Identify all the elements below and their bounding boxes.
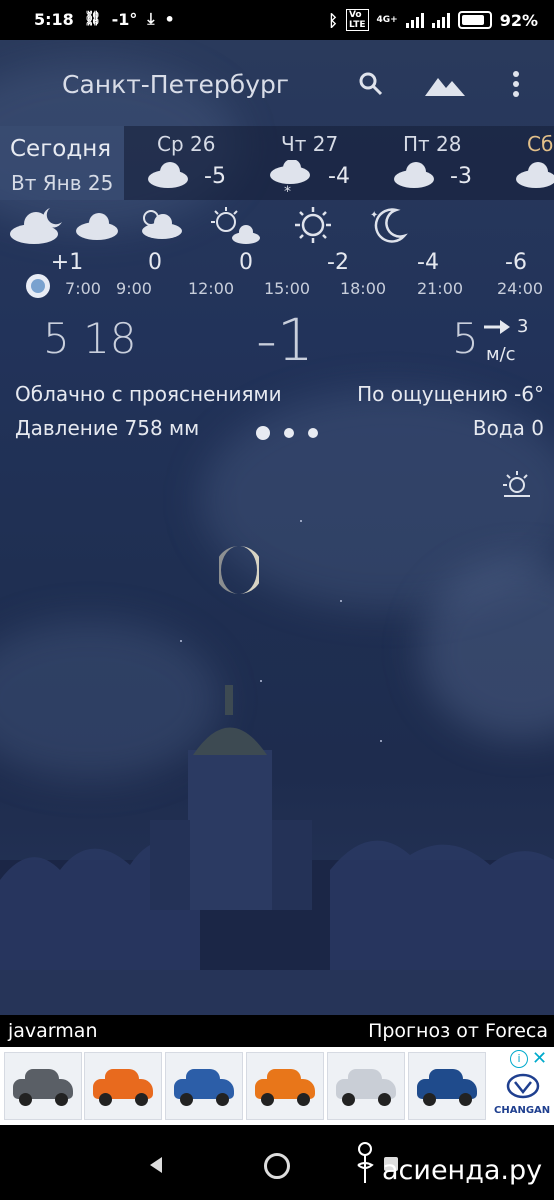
day-name: Сегодня [10,136,112,162]
wind-value: 3 [517,316,529,337]
car-image[interactable] [165,1052,243,1120]
footer-bar: javarman Прогноз от Foreca [0,1015,554,1047]
link-icon: ⛓ [83,11,102,27]
download-icon: ⤓ [147,9,155,28]
moon-image [219,546,259,594]
day-temp: -4 [328,164,350,189]
hour-time: 21:00 [416,279,464,298]
watermark-text: асиенда.ру [382,1155,543,1186]
battery-level: 92% [499,10,538,30]
sunrise-icon[interactable] [502,470,532,500]
day-temp: -5 [204,164,226,189]
ad-brand: CHANGAN [494,1105,551,1116]
day-tab-sat[interactable]: Сб [490,126,554,200]
sun-icon [295,207,331,243]
page-dot [308,428,318,438]
signal-icon-2 [431,12,450,28]
cloud-icon [76,213,118,240]
wind-speed: 5 [452,314,479,363]
cloud-icon [148,162,188,188]
hour-time: 9:00 [116,279,152,298]
bluetooth-icon: ᛒ [328,10,338,30]
status-temp: -1° [111,9,138,29]
wind-arrow-icon [484,320,510,334]
back-button[interactable] [150,1157,162,1173]
day-tabs: Ср 26 -5 Чт 27 * -4 Пт 28 -3 Сб [124,126,554,200]
status-dot: • [164,9,175,29]
night-cloud-icon [10,208,62,244]
status-bar: 5:18 ⛓ -1° ⤓ • ᛒ Vo LTE 4G+ 92% [0,0,554,40]
feels-like-text: По ощущению -6° [357,382,544,406]
day-temp: -3 [450,164,472,189]
car-image[interactable] [4,1052,82,1120]
hour-time: 15:00 [263,279,311,298]
network-type: 4G+ [376,15,398,25]
cathedral-silhouette [0,685,554,1015]
partly-sunny-icon [142,210,182,239]
hour-temp: -6 [505,250,527,275]
condition-text: Облачно с прояснениями [15,382,282,406]
current-temp: -1 [256,306,314,374]
hour-temp: -2 [327,250,349,275]
day-tab-wed[interactable]: Ср 26 -5 [124,126,244,200]
day-name: Пт 28 [403,132,462,156]
water-temp-text: Вода 0 [472,416,544,440]
day-date: Вт Янв 25 [11,171,114,195]
car-image[interactable] [327,1052,405,1120]
sun-cloud-icon [211,207,260,244]
day-tab-thu[interactable]: Чт 27 * -4 [246,126,366,200]
page-dot-active [256,426,270,440]
car-image[interactable] [84,1052,162,1120]
hour-temp: 0 [148,250,162,275]
wind-unit: м/с [486,344,516,365]
page-dot [284,428,294,438]
hour-temp: 0 [239,250,253,275]
ad-close-icon[interactable]: ✕ [532,1048,547,1069]
current-time: 5 18 [43,314,137,363]
battery-icon [457,11,492,29]
changan-logo [506,1073,540,1099]
landscape-icon[interactable] [424,68,466,100]
hour-temp: +1 [50,250,84,275]
signal-icon [405,12,424,28]
home-button[interactable] [264,1153,290,1179]
car-image[interactable] [246,1052,324,1120]
day-name: Сб [527,132,554,156]
day-name: Ср 26 [157,132,216,156]
car-image[interactable] [408,1052,486,1120]
hour-time: 24:00 [496,279,544,298]
cloud-icon [516,162,554,188]
ad-info-icon[interactable]: i [510,1050,528,1068]
pressure-text: Давление 758 мм [15,416,200,440]
city-title[interactable]: Санкт-Петербург [62,70,289,99]
snow-cloud-icon: * [270,160,310,198]
day-name: Чт 27 [281,132,339,156]
page-indicator[interactable] [256,426,318,440]
day-tab-fri[interactable]: Пт 28 -3 [368,126,488,200]
hour-time: 12:00 [187,279,235,298]
svg-text:*: * [284,184,291,198]
svg-text:✦: ✦ [370,210,378,221]
photo-credit[interactable]: javarman [8,1020,97,1042]
day-tab-today[interactable]: Сегодня Вт Янв 25 [0,126,124,200]
moon-icon: ✦ [370,208,408,243]
search-icon[interactable] [355,68,387,100]
volte-icon: Vo LTE [345,9,369,31]
ad-banner[interactable]: i ✕ CHANGAN [0,1047,554,1125]
current-time-indicator [26,274,50,298]
cloud-icon [394,162,434,188]
status-time: 5:18 [34,9,74,29]
more-vertical-icon[interactable] [500,68,532,100]
watermark-logo [357,1142,374,1183]
hour-time: 18:00 [339,279,387,298]
hour-temp: -4 [417,250,439,275]
forecast-source[interactable]: Прогноз от Foreca [368,1020,548,1042]
